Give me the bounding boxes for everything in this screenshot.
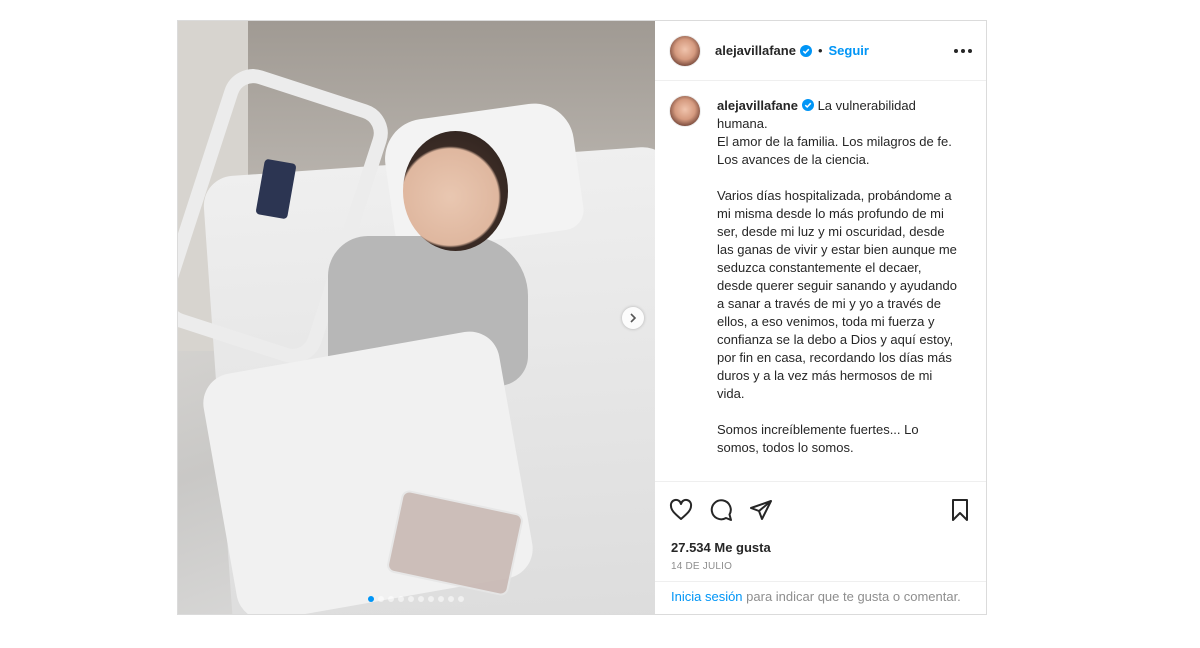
caption-text: La vulnerabilidad humana. El amor de la … <box>717 98 957 455</box>
carousel-dot <box>388 596 394 602</box>
carousel-dot <box>448 596 454 602</box>
carousel-dot <box>408 596 414 602</box>
post-header: alejavillafane • Seguir <box>655 21 986 81</box>
carousel-dot <box>428 596 434 602</box>
follow-button[interactable]: Seguir <box>829 43 869 58</box>
login-prompt: Inicia sesión para indicar que te gusta … <box>655 581 986 614</box>
chevron-right-icon <box>630 313 637 323</box>
post-photo[interactable] <box>178 21 655 614</box>
verified-badge-icon <box>799 44 812 57</box>
caption-username[interactable]: alejavillafane <box>717 98 798 113</box>
carousel-dot <box>398 596 404 602</box>
login-prompt-text: para indicar que te gusta o comentar. <box>742 589 961 604</box>
instagram-post: alejavillafane • Seguir alejavillafane L… <box>177 20 987 615</box>
carousel-dot <box>438 596 444 602</box>
post-date: 14 DE JULIO <box>671 561 733 572</box>
next-slide-button[interactable] <box>622 307 644 329</box>
carousel-indicator <box>368 596 464 602</box>
login-link[interactable]: Inicia sesión <box>671 589 743 604</box>
action-bar <box>655 481 986 537</box>
like-count[interactable]: 27.534 Me gusta <box>655 537 986 559</box>
caption: alejavillafane La vulnerabilidad humana.… <box>717 97 959 481</box>
more-options-icon[interactable] <box>954 48 972 53</box>
carousel-dot <box>368 596 374 602</box>
post-sidebar: alejavillafane • Seguir alejavillafane L… <box>655 21 986 614</box>
share-icon[interactable] <box>749 498 773 522</box>
comment-icon[interactable] <box>709 498 733 522</box>
avatar[interactable] <box>669 34 701 67</box>
carousel-dot <box>458 596 464 602</box>
username[interactable]: alejavillafane <box>715 43 796 58</box>
photo-person-head <box>403 131 508 251</box>
caption-avatar[interactable] <box>669 95 701 127</box>
caption-area: alejavillafane La vulnerabilidad humana.… <box>655 81 986 481</box>
heart-icon[interactable] <box>669 498 693 522</box>
carousel-dot <box>378 596 384 602</box>
carousel-dot <box>418 596 424 602</box>
verified-badge-icon <box>801 99 814 111</box>
separator-dot: • <box>817 43 823 58</box>
bookmark-icon[interactable] <box>948 498 972 522</box>
